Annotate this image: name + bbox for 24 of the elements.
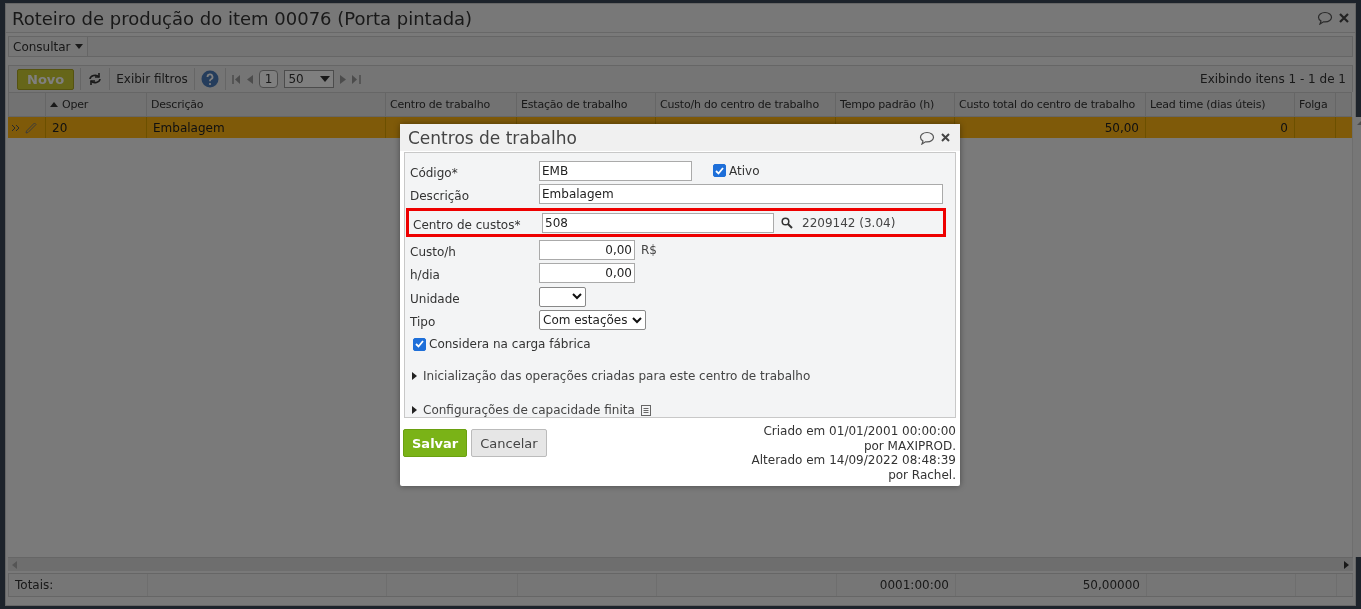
audit-text: por Rachel. xyxy=(888,467,956,482)
audit-text: Criado em 01/01/2001 00:00:00 xyxy=(763,424,956,439)
audit-text: Alterado em 14/09/2022 08:48:39 xyxy=(751,453,956,468)
field-label: Código* xyxy=(409,164,459,180)
field-label: Unidade xyxy=(409,290,461,306)
checkbox-label: Ativo xyxy=(729,163,760,178)
field-label: Centro de custos* xyxy=(412,216,522,232)
pagination-summary: Exibindo itens 1 - 1 de 1 xyxy=(1200,72,1346,86)
cost-center-info: 2209142 (3.04) xyxy=(802,215,896,230)
table-cell: 20 xyxy=(46,117,147,138)
currency-label: R$ xyxy=(641,242,657,257)
dialog-title: Centros de trabalho xyxy=(408,127,577,148)
totals-label: Totais: xyxy=(9,574,148,596)
field-label: Tipo xyxy=(409,314,437,330)
checkbox-label: Considera na carga fábrica xyxy=(429,337,591,351)
field-label: h/dia xyxy=(409,267,441,283)
field-label: Descrição xyxy=(409,188,471,204)
window-title: Roteiro de produção do item 00076 (Porta pintada) xyxy=(12,7,473,29)
field-label: Custo/h xyxy=(409,243,457,259)
totals-cell: 50,00000 xyxy=(956,574,1147,596)
audit-text: por MAXIPROD. xyxy=(863,438,956,453)
table-cell: Embalagem xyxy=(147,117,386,138)
totals-cell: 0001:00:00 xyxy=(837,574,956,596)
table-cell: 0 xyxy=(1146,117,1295,138)
